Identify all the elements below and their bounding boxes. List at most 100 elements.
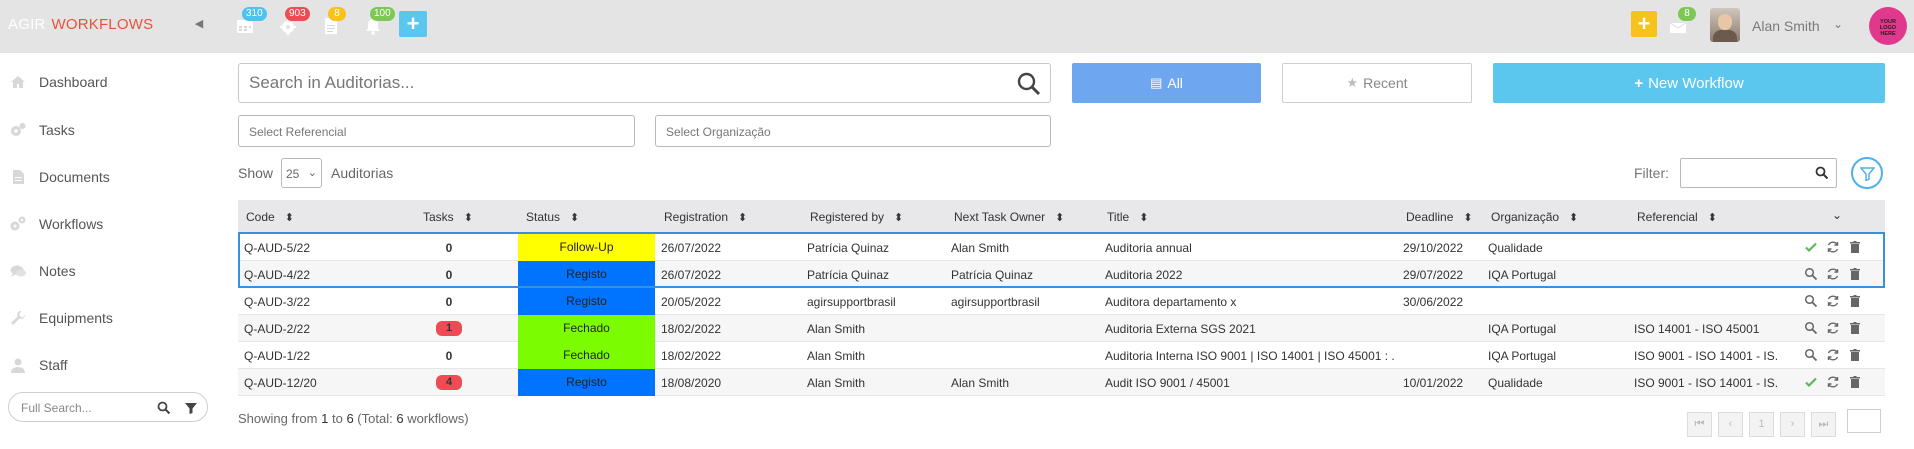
magnifier-icon[interactable] <box>1804 294 1818 308</box>
sidebar-item-label: Staff <box>39 357 68 373</box>
auditorias-search-input[interactable] <box>249 72 989 94</box>
trash-icon[interactable] <box>1848 294 1862 308</box>
goto-page-input[interactable] <box>1847 409 1881 433</box>
refresh-icon[interactable] <box>1826 267 1840 281</box>
table-row[interactable]: Q-AUD-12/20 4 Registo 18/08/2020 Alan Sm… <box>238 369 1885 396</box>
magnifier-icon[interactable] <box>1804 348 1818 362</box>
status-badge: Registo <box>518 261 655 288</box>
sidebar-item-workflows[interactable]: Workflows <box>0 209 215 239</box>
tasks-badge: 1 <box>436 321 462 336</box>
sidebar-item-documents[interactable]: Documents <box>0 162 215 192</box>
cogs-icon <box>9 215 27 233</box>
sidebar-item-staff[interactable]: Staff <box>0 350 215 380</box>
filter-label: Filter: <box>1634 165 1669 181</box>
status-badge: Fechado <box>518 342 655 369</box>
referencial-select[interactable]: Select Referencial <box>238 115 635 147</box>
gear-icon[interactable]: 903 <box>277 7 310 36</box>
bell-badge: 100 <box>370 7 395 21</box>
table-row[interactable]: Q-AUD-2/22 1 Fechado 18/02/2022 Alan Smi… <box>238 315 1885 342</box>
recent-button[interactable]: ★ Recent <box>1282 63 1472 103</box>
home-icon <box>9 73 27 91</box>
col-status[interactable]: Status ⬍ <box>526 210 579 224</box>
messages-icon[interactable]: 8 <box>1667 7 1696 36</box>
magnifier-icon[interactable] <box>1804 321 1818 335</box>
avatar[interactable] <box>1710 8 1740 42</box>
refresh-icon[interactable] <box>1826 294 1840 308</box>
company-logo: YOUR LOGO HERE <box>1869 7 1907 45</box>
organizacao-select[interactable]: Select Organização <box>655 115 1051 147</box>
trash-icon[interactable] <box>1848 348 1862 362</box>
comments-icon <box>9 262 27 280</box>
sidebar-item-dashboard[interactable]: Dashboard <box>0 67 215 97</box>
trash-icon[interactable] <box>1848 240 1862 254</box>
col-tasks[interactable]: Tasks ⬍ <box>423 210 473 224</box>
status-badge: Fechado <box>518 315 655 342</box>
col-next-task-owner[interactable]: Next Task Owner ⬍ <box>954 210 1064 224</box>
file-icon <box>9 168 27 186</box>
recent-button-label: Recent <box>1363 75 1408 91</box>
refresh-icon[interactable] <box>1826 321 1840 335</box>
document-icon[interactable]: 8 <box>320 7 346 36</box>
search-icon[interactable] <box>157 401 171 415</box>
sidebar-item-notes[interactable]: Notes <box>0 256 215 286</box>
quick-add-button[interactable]: + <box>399 11 427 37</box>
col-organizacao[interactable]: Organização ⬍ <box>1491 210 1578 224</box>
col-code[interactable]: Code ⬍ <box>246 210 294 224</box>
prev-page-button[interactable]: ‹ <box>1718 412 1743 437</box>
tasks-badge: 4 <box>436 375 462 390</box>
add-button[interactable]: + <box>1631 11 1657 37</box>
page-number-button[interactable]: 1 <box>1749 412 1774 437</box>
show-label: Show <box>238 165 274 181</box>
refresh-icon[interactable] <box>1826 348 1840 362</box>
col-title[interactable]: Title ⬍ <box>1107 210 1148 224</box>
full-search-input[interactable] <box>21 399 141 417</box>
check-icon[interactable] <box>1804 375 1818 389</box>
table-header: Code ⬍ Tasks ⬍ Status ⬍ Registration ⬍ Regis… <box>238 200 1885 233</box>
brand-logo[interactable]: AGIR WORKFLOWS <box>8 16 153 33</box>
next-page-button[interactable]: › <box>1780 412 1805 437</box>
sidebar-item-label: Dashboard <box>39 74 108 90</box>
table-row[interactable]: Q-AUD-5/22 0 Follow-Up 26/07/2022 Patríc… <box>238 234 1885 261</box>
check-icon[interactable] <box>1804 240 1818 254</box>
col-referencial[interactable]: Referencial ⬍ <box>1637 210 1717 224</box>
refresh-icon[interactable] <box>1826 240 1840 254</box>
brand-part1: AGIR <box>8 16 46 33</box>
sidebar-item-tasks[interactable]: Tasks <box>0 115 215 145</box>
filter-input[interactable] <box>1680 158 1837 188</box>
col-registration[interactable]: Registration ⬍ <box>664 210 747 224</box>
page-size-select[interactable]: 25 ⌄ <box>281 158 322 188</box>
table-row[interactable]: Q-AUD-4/22 0 Registo 26/07/2022 Patrícia… <box>238 261 1885 288</box>
advanced-filter-button[interactable] <box>1851 157 1883 189</box>
chevron-down-icon[interactable]: ⌄ <box>1832 208 1842 222</box>
sidebar-item-equipments[interactable]: Equipments <box>0 303 215 333</box>
trash-icon[interactable] <box>1848 375 1862 389</box>
user-name[interactable]: Alan Smith <box>1752 18 1820 34</box>
funnel-icon[interactable] <box>184 401 198 415</box>
search-icon[interactable] <box>1815 166 1829 180</box>
first-page-button[interactable]: ⏮ <box>1687 412 1712 437</box>
sidebar: Dashboard Tasks Documents Workflows Note… <box>0 53 215 449</box>
refresh-icon[interactable] <box>1826 375 1840 389</box>
chevron-down-icon[interactable]: ⌄ <box>1833 17 1843 31</box>
magnifier-icon[interactable] <box>1804 267 1818 281</box>
collapse-sidebar-icon[interactable]: ◀ <box>193 17 205 31</box>
status-badge: Registo <box>518 369 655 396</box>
showing-summary: Showing from 1 to 6 (Total: 6 workflows) <box>238 411 469 426</box>
star-icon: ★ <box>1346 75 1359 90</box>
document-badge: 8 <box>328 7 346 21</box>
bell-icon[interactable]: 100 <box>362 7 395 36</box>
trash-icon[interactable] <box>1848 321 1862 335</box>
calendar-icon[interactable]: 310 <box>234 7 267 36</box>
top-bar: AGIR WORKFLOWS ◀ 310 903 8 100 + + 8 Alan… <box>0 0 1914 53</box>
table-row[interactable]: Q-AUD-3/22 0 Registo 20/05/2022 agirsupp… <box>238 288 1885 315</box>
search-icon[interactable] <box>1016 71 1042 97</box>
table-row[interactable]: Q-AUD-1/22 0 Fechado 18/02/2022 Alan Smi… <box>238 342 1885 369</box>
new-workflow-button[interactable]: + New Workflow <box>1493 63 1885 103</box>
calendar-badge: 310 <box>242 7 267 21</box>
trash-icon[interactable] <box>1848 267 1862 281</box>
last-page-button[interactable]: ⏭ <box>1811 412 1836 437</box>
new-workflow-label: New Workflow <box>1648 74 1744 92</box>
all-button[interactable]: ▤ All <box>1072 63 1261 103</box>
col-registered-by[interactable]: Registered by ⬍ <box>810 210 903 224</box>
col-deadline[interactable]: Deadline ⬍ <box>1406 210 1473 224</box>
